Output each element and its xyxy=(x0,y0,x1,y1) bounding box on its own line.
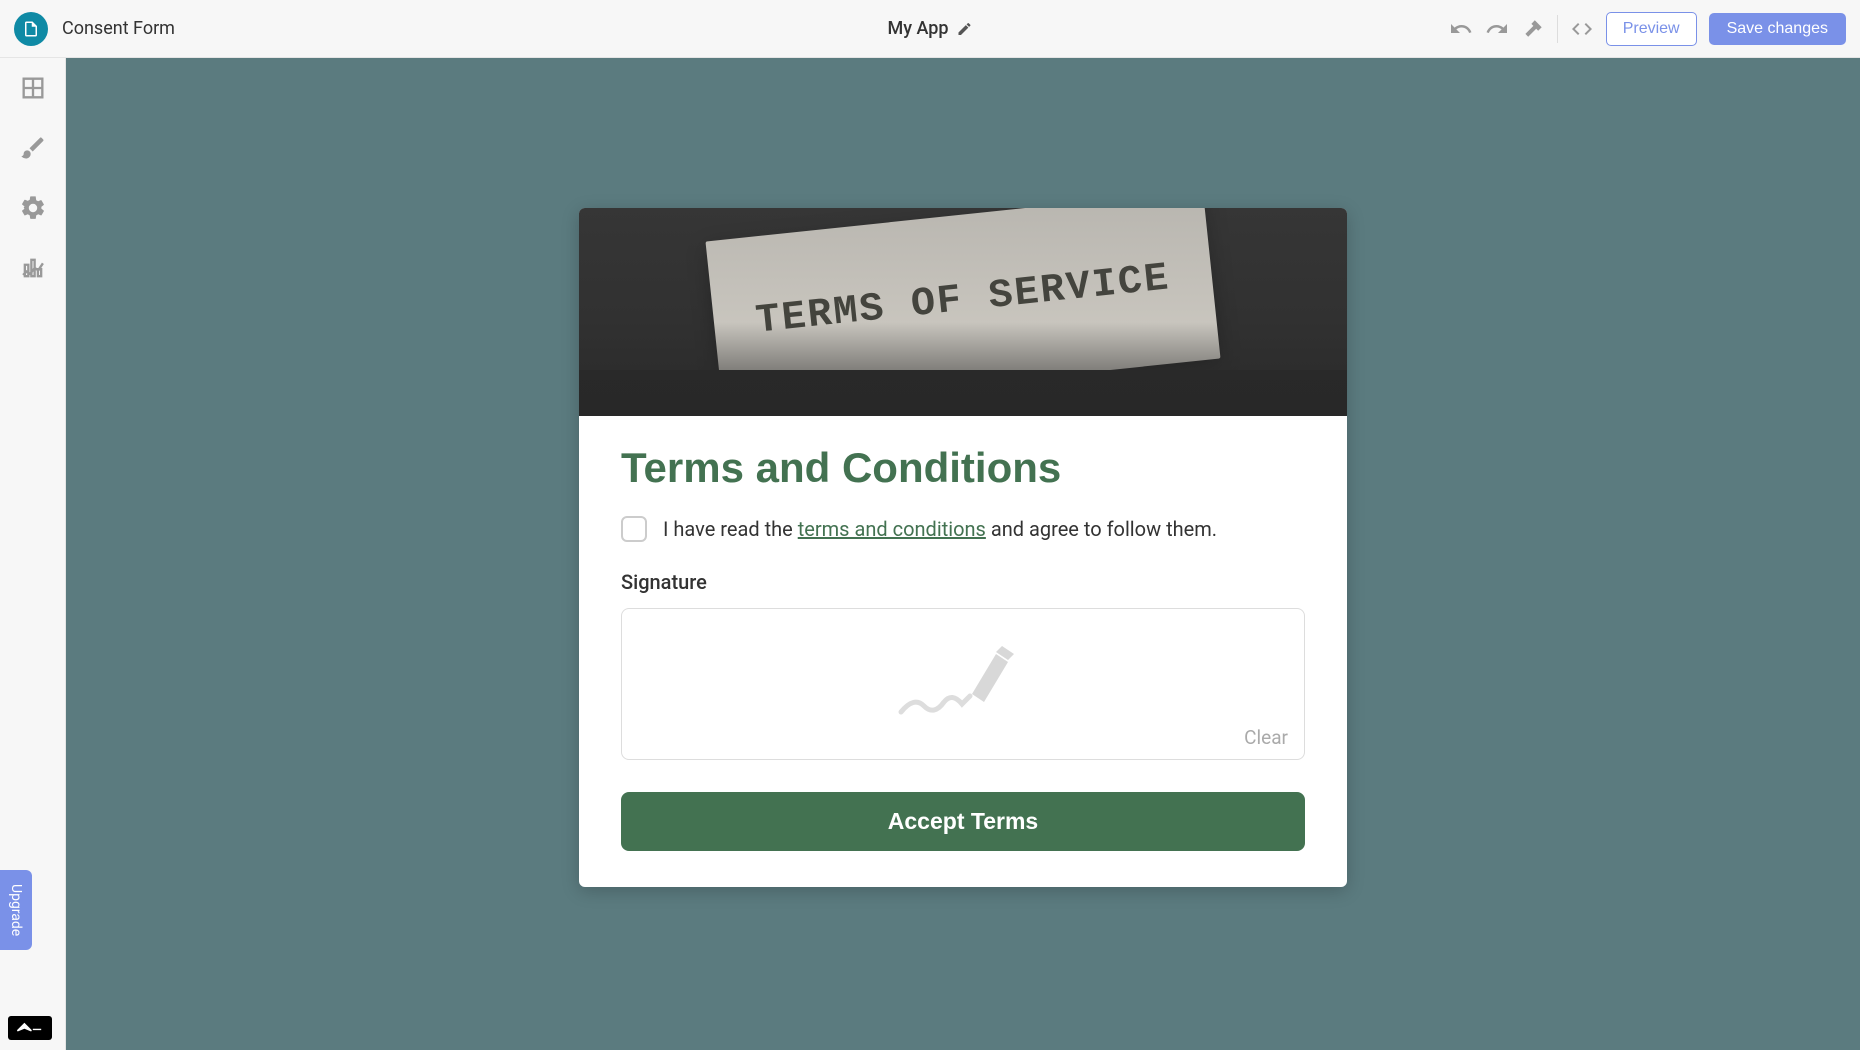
hero-image: TERMS OF SERVICE xyxy=(579,208,1347,416)
chart-icon[interactable] xyxy=(19,254,47,282)
pencil-icon xyxy=(957,21,973,37)
left-sidebar: Upgrade xyxy=(0,58,66,1050)
page-title: Consent Form xyxy=(62,18,175,39)
signature-input[interactable]: Clear xyxy=(621,608,1305,760)
form-card[interactable]: TERMS OF SERVICE Terms and Conditions I … xyxy=(579,208,1347,887)
card-body: Terms and Conditions I have read the ter… xyxy=(579,416,1347,887)
preview-button[interactable]: Preview xyxy=(1606,12,1697,46)
app-name: My App xyxy=(887,18,948,39)
save-changes-button[interactable]: Save changes xyxy=(1709,13,1846,45)
consent-checkbox[interactable] xyxy=(621,516,647,542)
brush-icon[interactable] xyxy=(19,134,47,162)
brand-badge[interactable] xyxy=(8,1016,52,1040)
consent-suffix: and agree to follow them. xyxy=(986,517,1217,541)
hero-shadow xyxy=(579,370,1347,416)
consent-text: I have read the terms and conditions and… xyxy=(663,517,1217,541)
hammer-icon[interactable] xyxy=(1521,17,1545,41)
card-heading: Terms and Conditions xyxy=(621,444,1305,492)
signature-placeholder-icon xyxy=(896,644,1031,724)
divider xyxy=(1557,15,1558,43)
layout-icon[interactable] xyxy=(19,74,47,102)
gear-icon[interactable] xyxy=(19,194,47,222)
undo-icon[interactable] xyxy=(1449,17,1473,41)
upgrade-tab[interactable]: Upgrade xyxy=(0,870,32,950)
main: Upgrade TERMS OF SERVICE Terms and Condi… xyxy=(0,58,1860,1050)
topbar-right: Preview Save changes xyxy=(1449,12,1846,46)
consent-prefix: I have read the xyxy=(663,517,798,541)
code-icon[interactable] xyxy=(1570,17,1594,41)
app-logo[interactable] xyxy=(14,12,48,46)
terms-link[interactable]: terms and conditions xyxy=(798,517,986,541)
topbar: Consent Form My App Preview Save changes xyxy=(0,0,1860,58)
accept-terms-button[interactable]: Accept Terms xyxy=(621,792,1305,851)
canvas[interactable]: TERMS OF SERVICE Terms and Conditions I … xyxy=(66,58,1860,1050)
app-name-container[interactable]: My App xyxy=(887,18,972,39)
redo-icon[interactable] xyxy=(1485,17,1509,41)
signature-label: Signature xyxy=(621,570,1305,594)
consent-row: I have read the terms and conditions and… xyxy=(621,516,1305,542)
clear-signature-button[interactable]: Clear xyxy=(1244,726,1288,749)
